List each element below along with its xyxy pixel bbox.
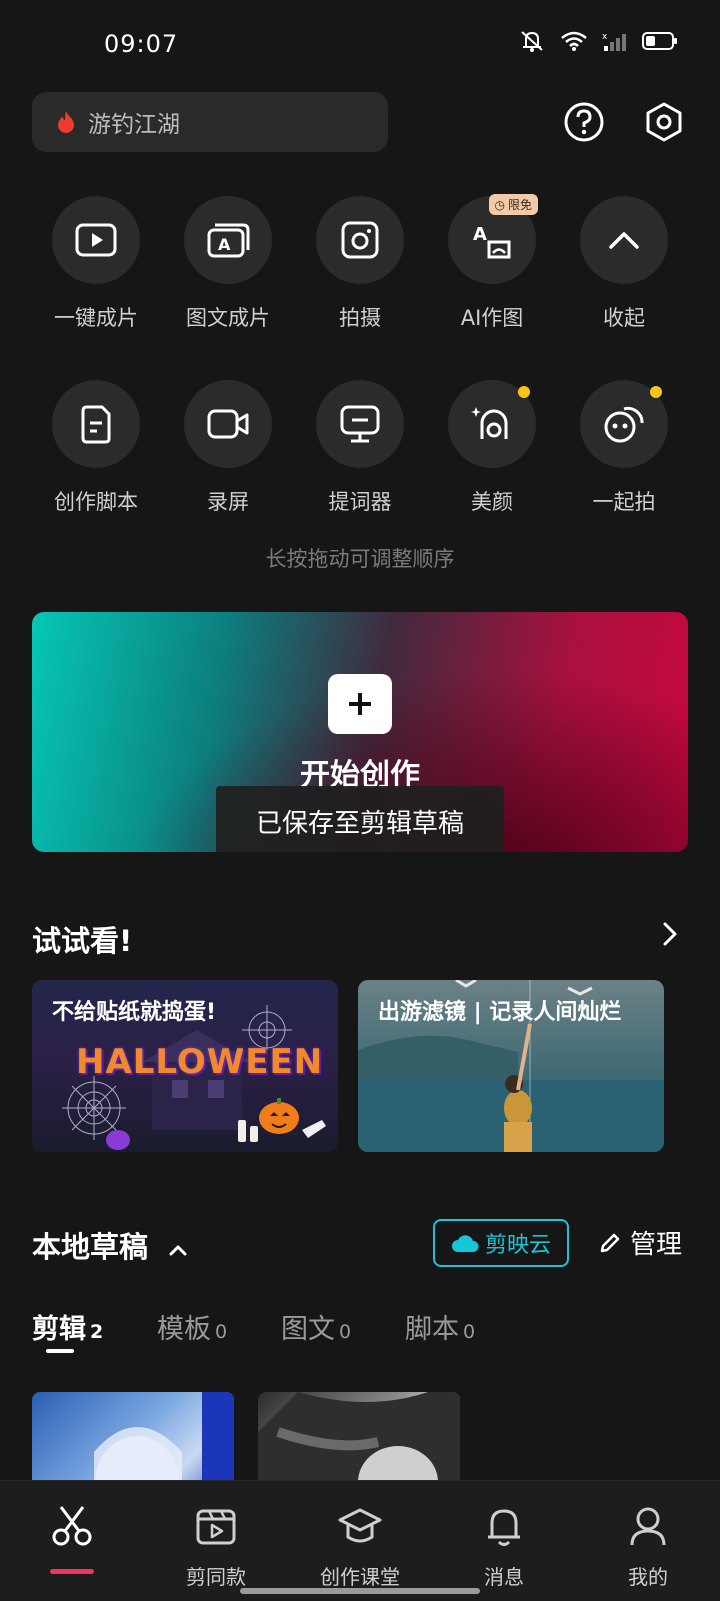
bell-icon — [488, 1509, 520, 1546]
svg-text:x: x — [602, 32, 608, 42]
card-title: 不给贴纸就捣蛋! — [52, 1000, 217, 1025]
tool-label: AI作图 — [460, 306, 524, 330]
graduation-cap-icon — [338, 1508, 382, 1543]
tool-label: 录屏 — [207, 490, 249, 514]
try-card-travel-filter[interactable]: 出游滤镜 | 记录人间灿烂 — [358, 980, 664, 1152]
try-section-title: 试试看! — [32, 924, 133, 958]
search-bar[interactable]: 游钓江湖 — [32, 92, 388, 152]
nav-templates[interactable]: 剪同款 — [144, 1501, 288, 1590]
nav-messages[interactable]: 消息 — [432, 1501, 576, 1590]
clock-icon: ◷ — [494, 197, 505, 212]
signal-icon: x — [602, 32, 626, 51]
nav-creation-class[interactable]: 创作课堂 — [288, 1501, 432, 1590]
tool-script[interactable]: 创作脚本 — [30, 380, 162, 516]
help-button[interactable] — [562, 100, 606, 144]
nav-edit[interactable] — [0, 1501, 144, 1561]
play-video-icon — [75, 223, 117, 257]
tool-label: 一键成片 — [54, 306, 138, 330]
tool-shoot-together[interactable]: 一起拍 — [558, 380, 690, 516]
card-title: 出游滤镜 | 记录人间灿烂 — [378, 1000, 622, 1025]
tool-label: 拍摄 — [339, 306, 381, 330]
manage-button[interactable]: 管理 — [598, 1224, 682, 1261]
screen-record-icon — [207, 409, 249, 439]
cloud-icon — [451, 1235, 479, 1252]
start-creating-banner[interactable]: 开始创作 已保存至剪辑草稿 — [32, 612, 688, 852]
settings-hexagon-icon — [646, 102, 682, 142]
tool-label: 美颜 — [471, 490, 513, 514]
teleprompter-icon — [340, 405, 380, 443]
plus-icon — [349, 693, 371, 715]
wifi-icon — [561, 31, 587, 51]
battery-icon — [642, 32, 677, 50]
tool-beauty[interactable]: 美颜 — [426, 380, 558, 516]
try-more-button[interactable] — [660, 920, 680, 952]
tool-screen-record[interactable]: 录屏 — [162, 380, 294, 516]
shoot-together-icon — [604, 406, 644, 443]
mute-bell-icon — [521, 31, 543, 52]
chevron-up-icon — [609, 232, 639, 249]
status-time: 09:07 — [104, 30, 179, 58]
chevron-up-icon — [169, 1245, 187, 1256]
tool-teleprompter[interactable]: 提词器 — [294, 380, 426, 516]
jianying-cloud-button[interactable]: 剪映云 — [433, 1219, 569, 1267]
template-icon — [196, 1509, 236, 1545]
tool-one-click-video[interactable]: 一键成片 — [30, 196, 162, 332]
new-dot — [650, 386, 662, 398]
nav-profile[interactable]: 我的 — [576, 1501, 720, 1590]
new-dot — [518, 386, 530, 398]
flame-icon — [58, 111, 74, 133]
bottom-navigation: 剪同款 创作课堂 消息 我的 — [0, 1480, 720, 1601]
svg-text:A: A — [473, 224, 487, 245]
tab-template[interactable]: 模板 0 — [157, 1307, 227, 1346]
tool-label: 提词器 — [328, 490, 392, 514]
scissors-icon — [52, 1506, 92, 1546]
ai-image-icon: A — [473, 224, 511, 259]
local-drafts-title[interactable]: 本地草稿 — [32, 1224, 188, 1266]
settings-button[interactable] — [642, 100, 686, 144]
svg-text:A: A — [218, 235, 231, 254]
tab-script[interactable]: 脚本 0 — [405, 1307, 475, 1346]
tool-ai-image[interactable]: A ◷ 限免 AI作图 — [426, 194, 558, 332]
tool-text-to-video[interactable]: A 图文成片 — [162, 196, 294, 332]
tool-collapse[interactable]: 收起 — [558, 196, 690, 332]
tab-edit[interactable]: 剪辑 2 — [32, 1307, 103, 1346]
search-text: 游钓江湖 — [88, 112, 180, 138]
pencil-icon — [600, 1233, 620, 1252]
user-icon — [630, 1507, 666, 1546]
tool-camera[interactable]: 拍摄 — [294, 196, 426, 332]
create-plus-button[interactable] — [328, 674, 392, 734]
tool-label: 创作脚本 — [54, 490, 138, 514]
halloween-art-text: HALLOWEEN — [76, 1042, 324, 1082]
chevron-right-icon — [663, 922, 677, 946]
camera-icon — [341, 221, 379, 259]
script-icon — [81, 405, 111, 444]
tab-image-text[interactable]: 图文 0 — [281, 1307, 351, 1346]
saved-toast: 已保存至剪辑草稿 — [216, 786, 504, 852]
help-icon — [564, 102, 604, 142]
tool-label: 图文成片 — [186, 306, 270, 330]
tool-label: 收起 — [603, 306, 645, 330]
reorder-hint: 长按拖动可调整顺序 — [265, 547, 455, 571]
limited-free-badge: ◷ 限免 — [488, 194, 538, 215]
beauty-icon — [471, 407, 508, 439]
home-indicator[interactable] — [240, 1588, 480, 1594]
text-to-video-icon: A — [207, 223, 250, 258]
nav-active-indicator — [50, 1569, 94, 1574]
try-card-halloween[interactable]: 不给贴纸就捣蛋! HALLOWEEN — [32, 980, 338, 1152]
tool-label: 一起拍 — [592, 490, 656, 514]
status-icons: x — [518, 28, 678, 54]
active-tab-indicator — [46, 1349, 74, 1353]
